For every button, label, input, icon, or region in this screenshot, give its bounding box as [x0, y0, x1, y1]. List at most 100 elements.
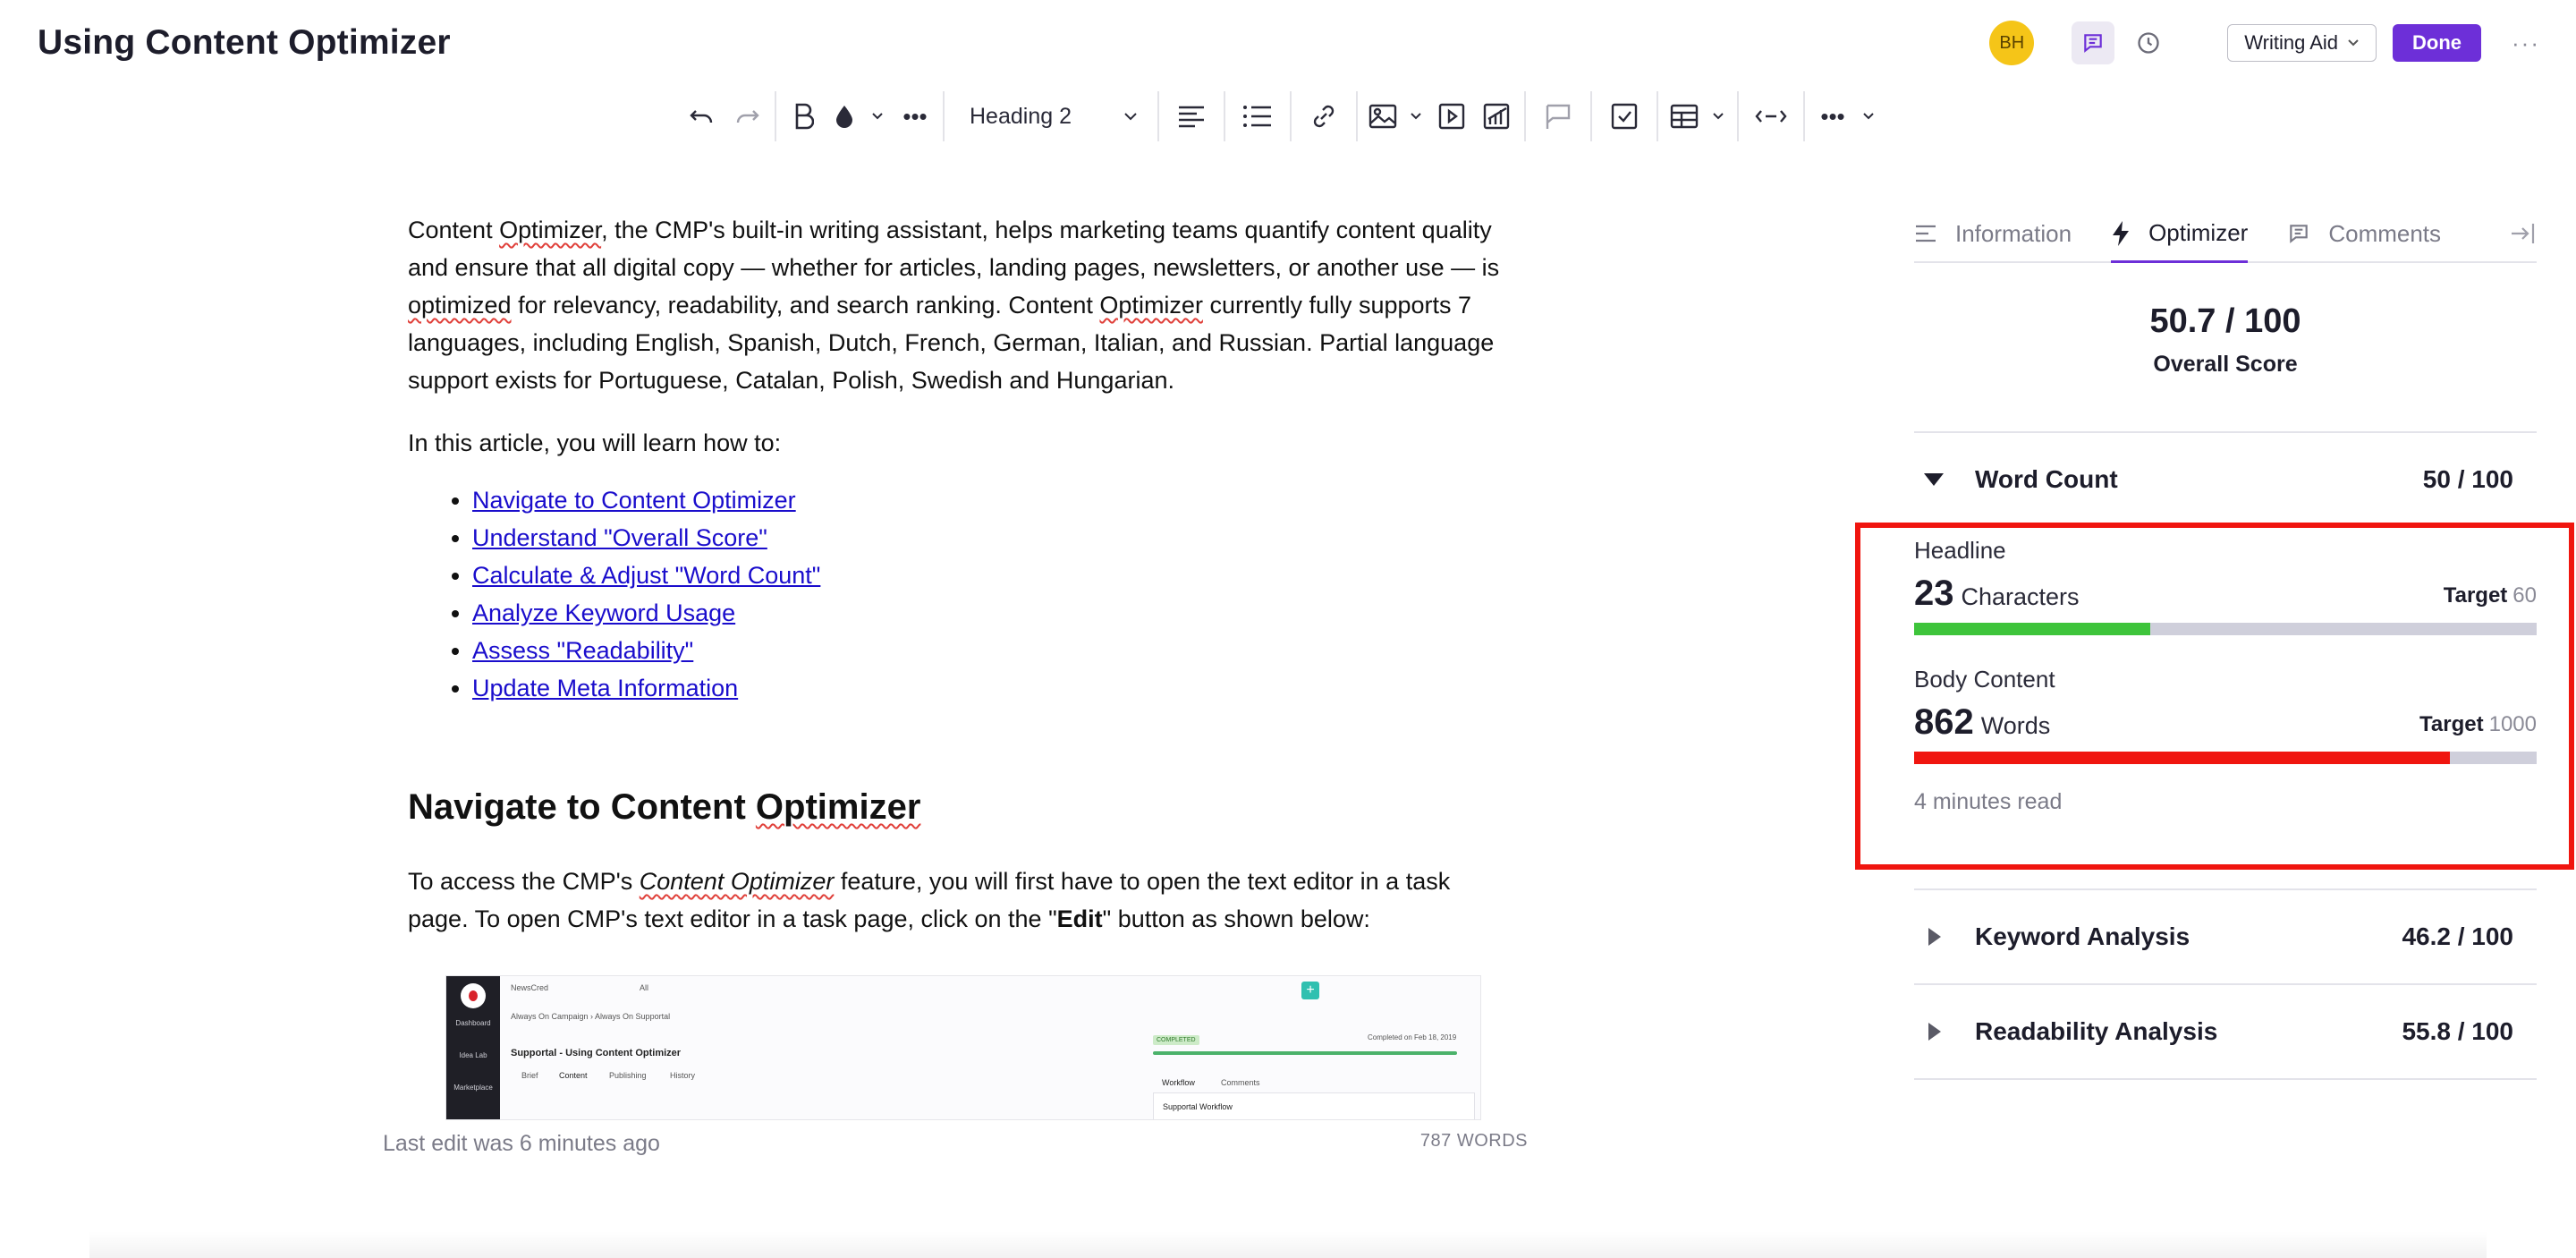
list-item: Assess "Readability": [472, 632, 1517, 669]
screenshot-status-badge: COMPLETED: [1153, 1035, 1199, 1045]
link-button[interactable]: [1297, 88, 1351, 145]
tab-information[interactable]: Information: [1914, 205, 2072, 262]
collapse-panel-button[interactable]: [2510, 222, 2537, 250]
toolbar-divider: [943, 91, 945, 141]
checklist-button[interactable]: [1597, 88, 1651, 145]
insert-table-dropdown[interactable]: [1705, 88, 1732, 145]
insert-image-button[interactable]: [1363, 88, 1402, 145]
toolbar-divider: [1290, 91, 1292, 141]
learn-intro: In this article, you will learn how to:: [408, 429, 782, 456]
tab-optimizer[interactable]: Optimizer: [2111, 206, 2249, 263]
history-button[interactable]: [2127, 21, 2170, 64]
access-paragraph: To access the CMP's Content Optimizer fe…: [408, 863, 1517, 938]
link-readability[interactable]: Assess "Readability": [472, 637, 693, 664]
tab-label: Information: [1955, 219, 2072, 247]
screenshot-breadcrumb: Always On Campaign › Always On Supportal: [511, 1012, 671, 1021]
redo-button[interactable]: [724, 88, 769, 145]
expand-horizontal-icon: [1755, 110, 1787, 123]
toolbar-divider: [1356, 91, 1358, 141]
screenshot-tab: History: [670, 1071, 696, 1080]
chevron-down-icon: [1411, 113, 1421, 120]
list-item: Analyze Keyword Usage: [472, 594, 1517, 632]
chart-icon: [1483, 103, 1510, 130]
collapse-right-icon: [2512, 224, 2535, 243]
bottom-shadow: [89, 1231, 2487, 1258]
insert-video-button[interactable]: [1429, 88, 1474, 145]
screenshot-sidebar: Dashboard Idea Lab Marketplace: [446, 976, 500, 1119]
comment-icon: [2084, 34, 2103, 53]
section-name: Readability Analysis: [1975, 1017, 2218, 1045]
lightning-icon: [2113, 220, 2130, 246]
screenshot-progress-line: [1153, 1051, 1457, 1055]
link-overall-score[interactable]: Understand "Overall Score": [472, 524, 767, 551]
more-tools-dropdown[interactable]: [1855, 88, 1882, 145]
info-lines-icon: [1916, 225, 1936, 242]
misspelled-word[interactable]: Optimizer: [756, 787, 920, 827]
tab-comments[interactable]: Comments: [2287, 205, 2441, 262]
avatar[interactable]: BH: [1989, 21, 2035, 65]
toolbar-divider: [1157, 91, 1159, 141]
word-count-section-header[interactable]: Word Count 50 / 100: [1914, 433, 2537, 526]
tab-label: Optimizer: [2148, 219, 2249, 246]
embedded-screenshot[interactable]: Dashboard Idea Lab Marketplace NewsCred …: [445, 975, 1481, 1120]
toolbar-divider: [1657, 91, 1658, 141]
insert-table-button[interactable]: [1664, 88, 1705, 145]
link-word-count[interactable]: Calculate & Adjust "Word Count": [472, 562, 820, 589]
overall-score-label: Overall Score: [2153, 352, 2298, 377]
link-navigate[interactable]: Navigate to Content Optimizer: [472, 487, 796, 514]
comments-toggle-button[interactable]: [2072, 21, 2115, 64]
brand-logo-icon: [461, 983, 486, 1008]
video-icon: [1438, 103, 1465, 130]
chevron-down-icon: [872, 113, 883, 120]
full-width-button[interactable]: [1744, 88, 1798, 145]
done-button[interactable]: Done: [2393, 24, 2482, 62]
bullet-list-icon: [1243, 106, 1271, 127]
link-icon: [1313, 105, 1335, 128]
toolbar-divider: [1737, 91, 1739, 141]
section-name: Keyword Analysis: [1975, 922, 2190, 950]
insert-chart-button[interactable]: [1474, 88, 1519, 145]
bold-button[interactable]: [782, 88, 826, 145]
align-button[interactable]: [1165, 88, 1218, 145]
more-tools-button[interactable]: •••: [1810, 88, 1855, 145]
more-format-button[interactable]: •••: [893, 88, 937, 145]
misspelled-word[interactable]: Optimizer: [499, 217, 601, 243]
screenshot-tab: Brief: [521, 1071, 538, 1080]
divider: [1914, 1078, 2537, 1080]
word-count-status: 787 WORDS: [1419, 1131, 1528, 1151]
readability-analysis-section-header[interactable]: Readability Analysis 55.8 / 100: [1914, 985, 2537, 1078]
screenshot-workflow-tab: Workflow: [1162, 1078, 1195, 1087]
screenshot-workflow-label: Supportal Workflow: [1163, 1102, 1233, 1111]
text-run: " button as shown below:: [1102, 905, 1370, 932]
keyword-analysis-section-header[interactable]: Keyword Analysis 46.2 / 100: [1914, 890, 2537, 983]
chevron-down-icon: [1124, 113, 1137, 121]
section-heading: Navigate to Content Optimizer: [408, 784, 1517, 830]
undo-button[interactable]: [680, 88, 724, 145]
text-color-button[interactable]: [826, 88, 862, 145]
section-score: 50 / 100: [2422, 465, 2513, 493]
checkbox-icon: [1611, 103, 1638, 130]
add-comment-button[interactable]: [1531, 88, 1585, 145]
screenshot-sidebar-item: Marketplace: [453, 1084, 493, 1092]
chevron-down-icon: [1863, 113, 1874, 120]
writing-aid-dropdown[interactable]: Writing Aid: [2227, 24, 2377, 62]
bullet-list-button[interactable]: [1231, 88, 1284, 145]
misspelled-word[interactable]: Optimizer: [1099, 292, 1203, 319]
section-score: 46.2 / 100: [2402, 922, 2513, 950]
comment-icon: [2290, 225, 2309, 243]
more-options-icon[interactable]: ···: [2512, 30, 2540, 57]
tab-label: Comments: [2328, 219, 2442, 247]
screenshot-filter: All: [640, 983, 649, 992]
misspelled-word[interactable]: optimized: [408, 292, 512, 319]
link-meta-information[interactable]: Update Meta Information: [472, 675, 738, 701]
block-style-dropdown[interactable]: Heading 2: [950, 88, 1152, 145]
editor-content[interactable]: Content Optimizer, the CMP's built-in wr…: [408, 211, 1517, 959]
link-keyword-usage[interactable]: Analyze Keyword Usage: [472, 599, 735, 626]
list-item: Understand "Overall Score": [472, 519, 1517, 557]
text-color-dropdown[interactable]: [862, 88, 893, 145]
insert-image-dropdown[interactable]: [1402, 88, 1429, 145]
align-left-icon: [1179, 106, 1204, 128]
screenshot-sidebar-item: Idea Lab: [459, 1051, 487, 1059]
writing-aid-label: Writing Aid: [2244, 31, 2339, 54]
section-score: 55.8 / 100: [2402, 1017, 2513, 1045]
